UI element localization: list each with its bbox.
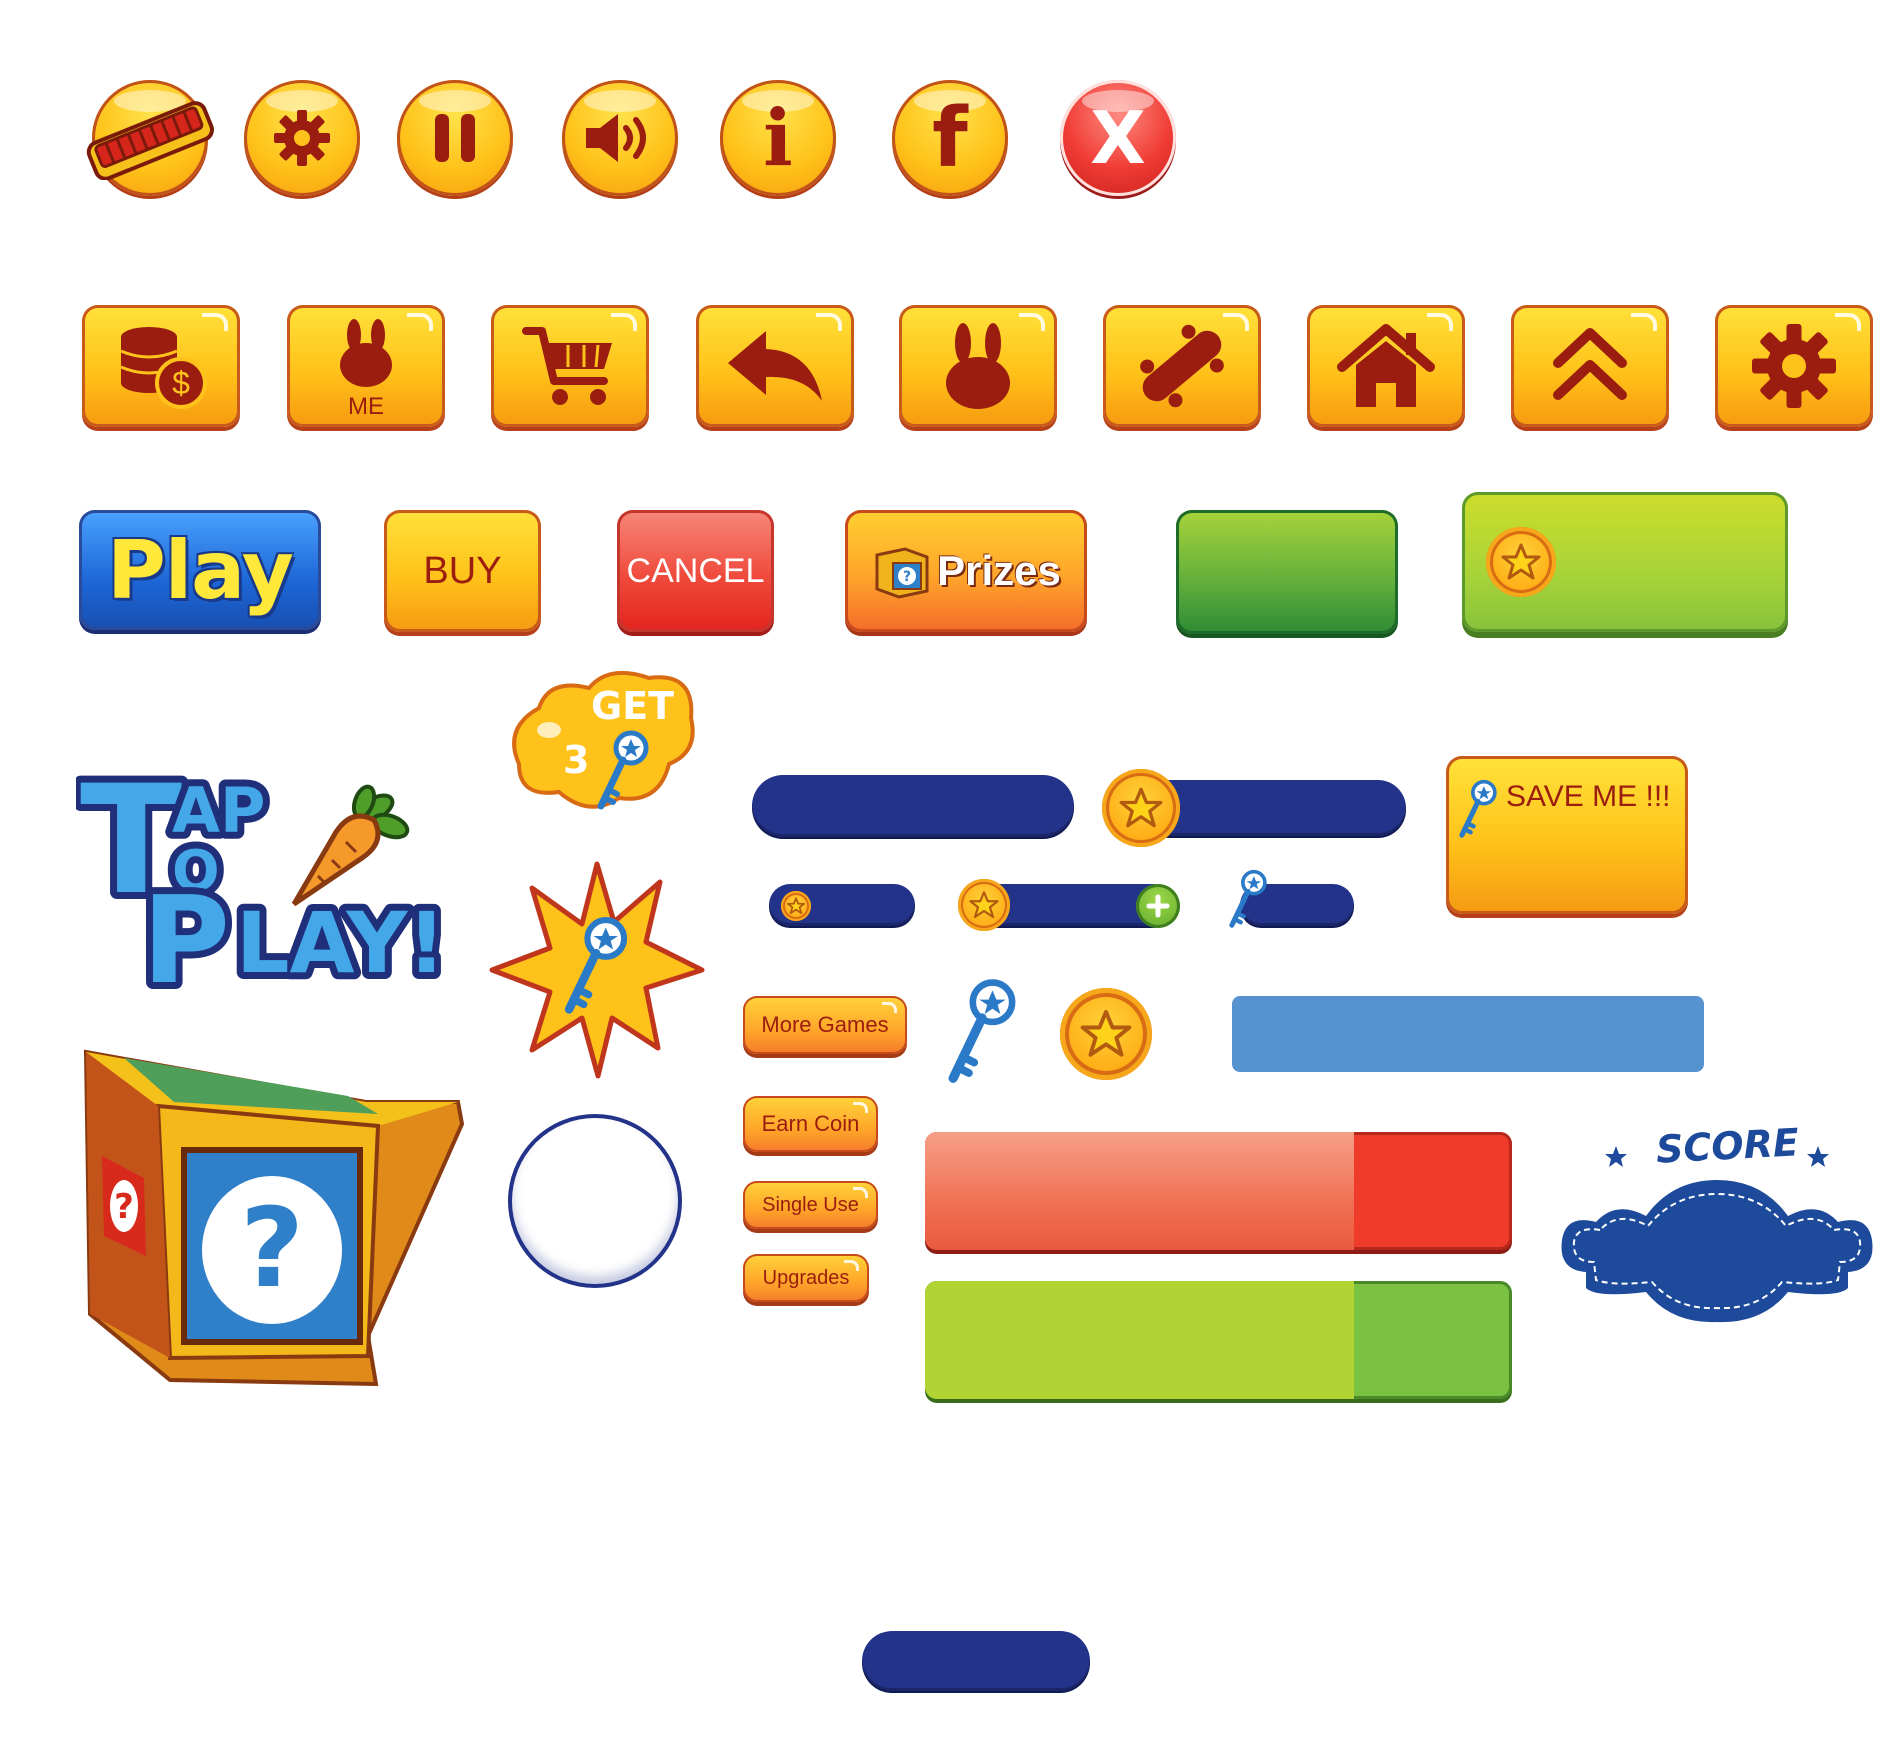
logo-letter-p: P xyxy=(142,872,230,1010)
buy-label: BUY xyxy=(423,549,502,592)
red-progress-fill xyxy=(925,1132,1354,1250)
light-blue-bar xyxy=(1232,996,1704,1072)
carrot-icon xyxy=(291,784,410,907)
green-progress-fill xyxy=(925,1281,1354,1399)
tap-to-play-logo: T AP O P LAY! xyxy=(73,747,466,1018)
key-starburst xyxy=(488,860,706,1080)
single-use-button[interactable]: Single Use xyxy=(743,1181,878,1229)
skateboard-button[interactable] xyxy=(1103,305,1261,427)
pause-icon xyxy=(435,114,475,162)
cart-button[interactable] xyxy=(491,305,649,427)
blank-pill-bar xyxy=(752,775,1074,837)
character-button[interactable] xyxy=(899,305,1057,427)
coins-dollar-icon: $ xyxy=(120,327,207,409)
cart-icon xyxy=(522,327,612,405)
mystery-box-icon: ? xyxy=(875,547,929,599)
home-button[interactable] xyxy=(1307,305,1465,427)
save-me-button[interactable]: SAVE ME !!! xyxy=(1446,756,1688,914)
bottom-pill-bar xyxy=(862,1631,1090,1691)
gear-icon xyxy=(274,110,330,166)
home-icon xyxy=(1337,324,1435,407)
back-button[interactable] xyxy=(696,305,854,427)
star-coin-icon xyxy=(781,891,811,921)
coin-green-button[interactable] xyxy=(1462,492,1788,632)
score-badge: SCORE xyxy=(1556,1110,1878,1336)
key-icon xyxy=(597,730,649,810)
coins-shop-button[interactable]: $ xyxy=(82,305,240,427)
more-games-label: More Games xyxy=(761,1012,889,1037)
earn-coin-button[interactable]: Earn Coin xyxy=(743,1096,878,1152)
save-me-label: SAVE ME !!! xyxy=(1506,780,1671,813)
svg-text:?: ? xyxy=(114,1187,134,1227)
red-progress-bar xyxy=(925,1132,1512,1250)
key-icon xyxy=(948,979,1016,1083)
cancel-button[interactable]: CANCEL xyxy=(617,510,774,632)
star-coin-icon xyxy=(958,879,1010,931)
upgrades-label: Upgrades xyxy=(762,1266,850,1289)
play-button[interactable]: Play xyxy=(79,510,321,630)
info-button[interactable]: i xyxy=(720,80,836,196)
svg-text:$: $ xyxy=(172,365,190,401)
sound-button[interactable] xyxy=(562,80,678,196)
logo-line1: AP xyxy=(172,774,265,847)
settings-round-button[interactable] xyxy=(244,80,360,196)
buy-button[interactable]: BUY xyxy=(384,510,541,632)
key-icon xyxy=(564,917,628,1014)
key-icon xyxy=(1459,779,1497,838)
close-button[interactable]: X xyxy=(1060,80,1176,196)
cancel-label: CANCEL xyxy=(626,551,765,590)
plus-icon xyxy=(1146,894,1170,918)
me-profile-button[interactable]: ME xyxy=(287,305,445,427)
info-icon: i xyxy=(763,92,793,184)
bunny-icon xyxy=(946,323,1010,409)
settings-square-button[interactable] xyxy=(1715,305,1873,427)
single-use-label: Single Use xyxy=(762,1193,859,1216)
harmonica-icon xyxy=(86,101,214,180)
double-chevron-up-icon xyxy=(1553,328,1627,400)
speaker-icon xyxy=(586,114,646,162)
blank-green-button[interactable] xyxy=(1176,510,1398,634)
play-label: Play xyxy=(107,523,294,617)
harmonica-button[interactable] xyxy=(86,80,214,196)
me-label: ME xyxy=(348,393,384,420)
earn-coin-label: Earn Coin xyxy=(761,1111,860,1136)
facebook-icon: f xyxy=(932,90,968,186)
empty-circle-frame xyxy=(508,1114,682,1288)
close-icon: X xyxy=(1090,96,1146,180)
bunny-icon xyxy=(340,319,392,387)
pause-button[interactable] xyxy=(397,80,513,196)
prizes-button[interactable]: ? Prizes xyxy=(845,510,1087,632)
key-icon xyxy=(1229,869,1267,928)
add-plus-button[interactable] xyxy=(1136,884,1180,928)
mystery-box: ? ? xyxy=(78,1046,468,1387)
upgrades-button[interactable]: Upgrades xyxy=(743,1254,869,1302)
green-progress-bar xyxy=(925,1281,1512,1399)
prizes-label: Prizes xyxy=(937,547,1061,594)
svg-text:?: ? xyxy=(903,569,911,585)
facebook-button[interactable]: f xyxy=(892,80,1008,196)
get-label: GET xyxy=(591,684,675,728)
skateboard-icon xyxy=(1140,324,1224,408)
gear-icon xyxy=(1752,324,1836,408)
more-games-button[interactable]: More Games xyxy=(743,996,907,1054)
get-keys-bubble: GET 3 xyxy=(509,668,699,826)
get-count: 3 xyxy=(563,738,590,782)
score-label: SCORE xyxy=(1654,1120,1800,1172)
upgrade-up-button[interactable] xyxy=(1511,305,1669,427)
back-arrow-icon xyxy=(728,331,822,401)
star-coin-icon xyxy=(1060,988,1152,1080)
star-coin-icon xyxy=(1102,769,1180,847)
svg-text:?: ? xyxy=(240,1184,304,1312)
star-coin-icon xyxy=(1486,527,1556,597)
